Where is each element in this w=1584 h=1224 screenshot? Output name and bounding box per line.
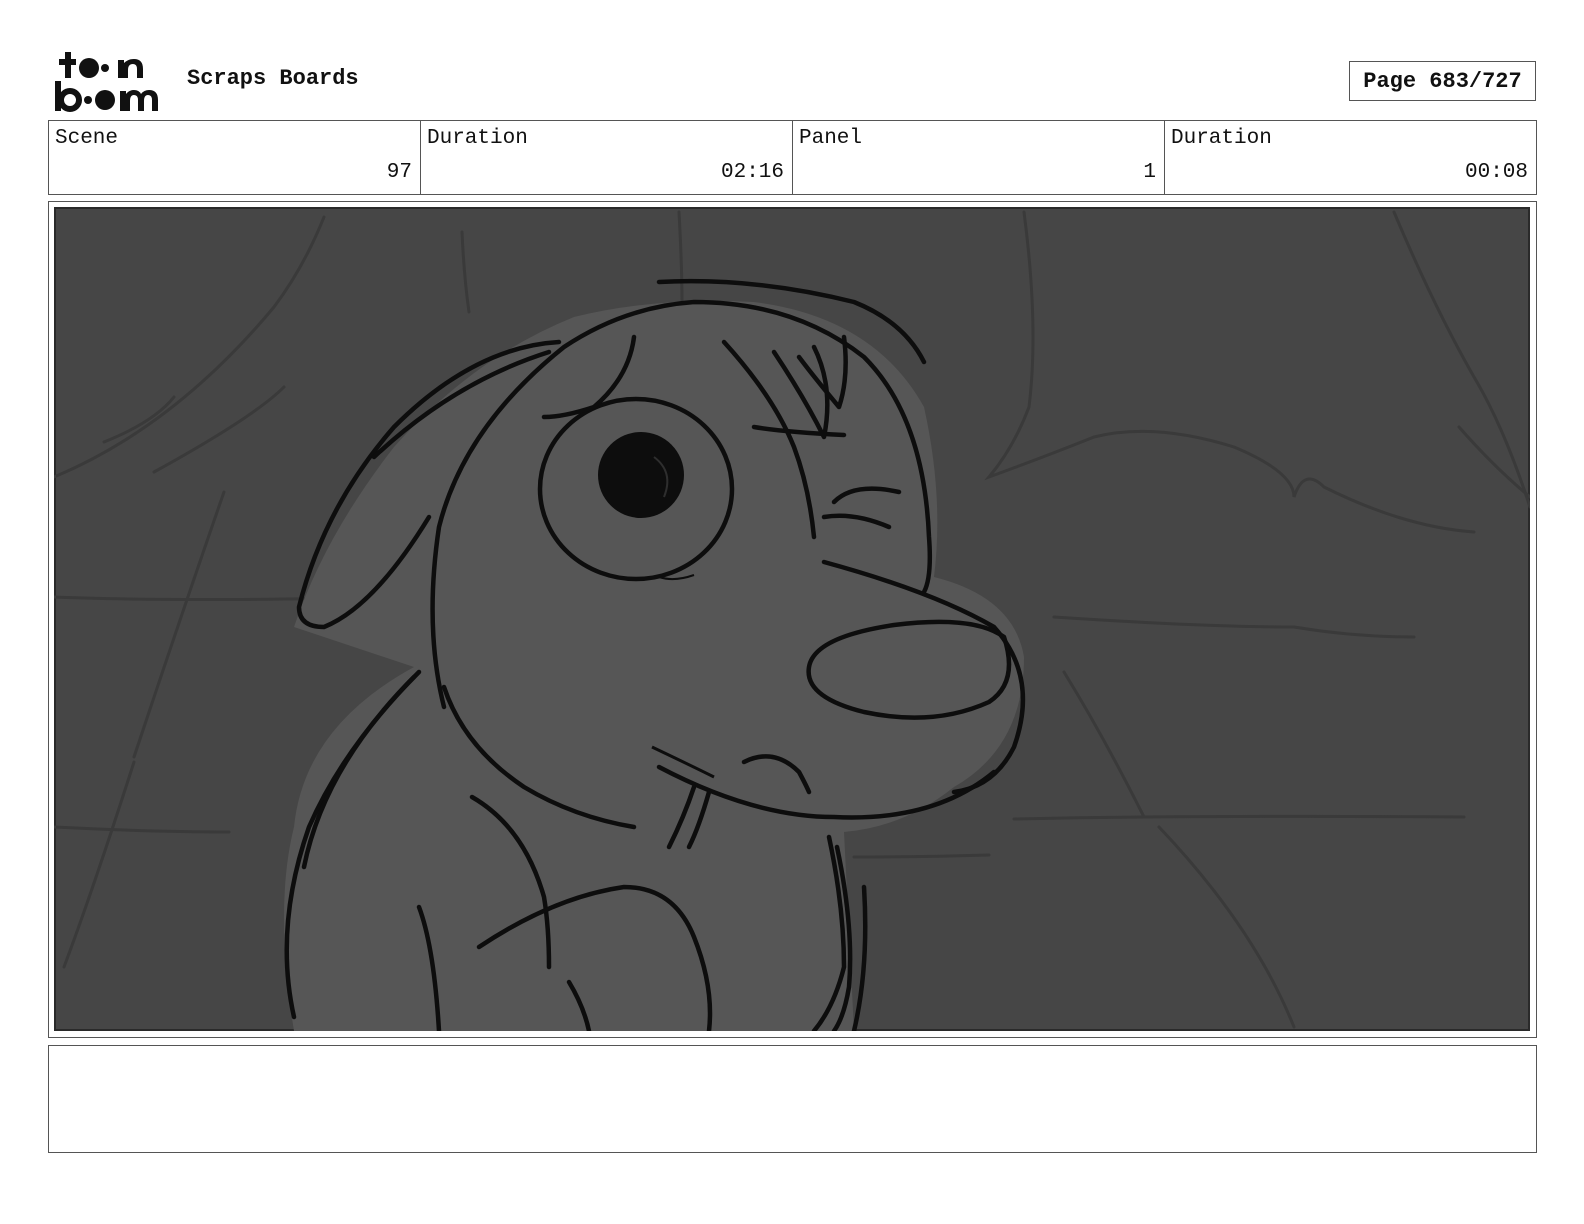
- scene-label: Scene: [55, 127, 119, 150]
- panel-duration-value: 00:08: [1464, 161, 1528, 184]
- page-indicator: Page 683/727: [1349, 61, 1536, 101]
- panel-duration-label: Duration: [1171, 127, 1272, 150]
- panel-label: Panel: [799, 127, 863, 150]
- board-title: Scraps Boards: [187, 66, 359, 91]
- toonboom-logo: [55, 52, 158, 112]
- scene-value: 97: [386, 161, 412, 184]
- storyboard-drawing: [54, 207, 1530, 1031]
- storyboard-panel-frame: [48, 201, 1537, 1038]
- scene-duration-value: 02:16: [720, 161, 784, 184]
- scene-cell: Scene 97: [49, 121, 421, 194]
- panel-info-row: Scene 97 Duration 02:16 Panel 1 Duration…: [48, 120, 1537, 195]
- panel-cell: Panel 1: [793, 121, 1165, 194]
- panel-notes-area: [48, 1045, 1537, 1153]
- panel-duration-cell: Duration 00:08: [1165, 121, 1536, 194]
- page-number: Page 683/727: [1363, 68, 1522, 94]
- scene-duration-label: Duration: [427, 127, 528, 150]
- panel-value: 1: [1143, 161, 1156, 184]
- scene-duration-cell: Duration 02:16: [421, 121, 793, 194]
